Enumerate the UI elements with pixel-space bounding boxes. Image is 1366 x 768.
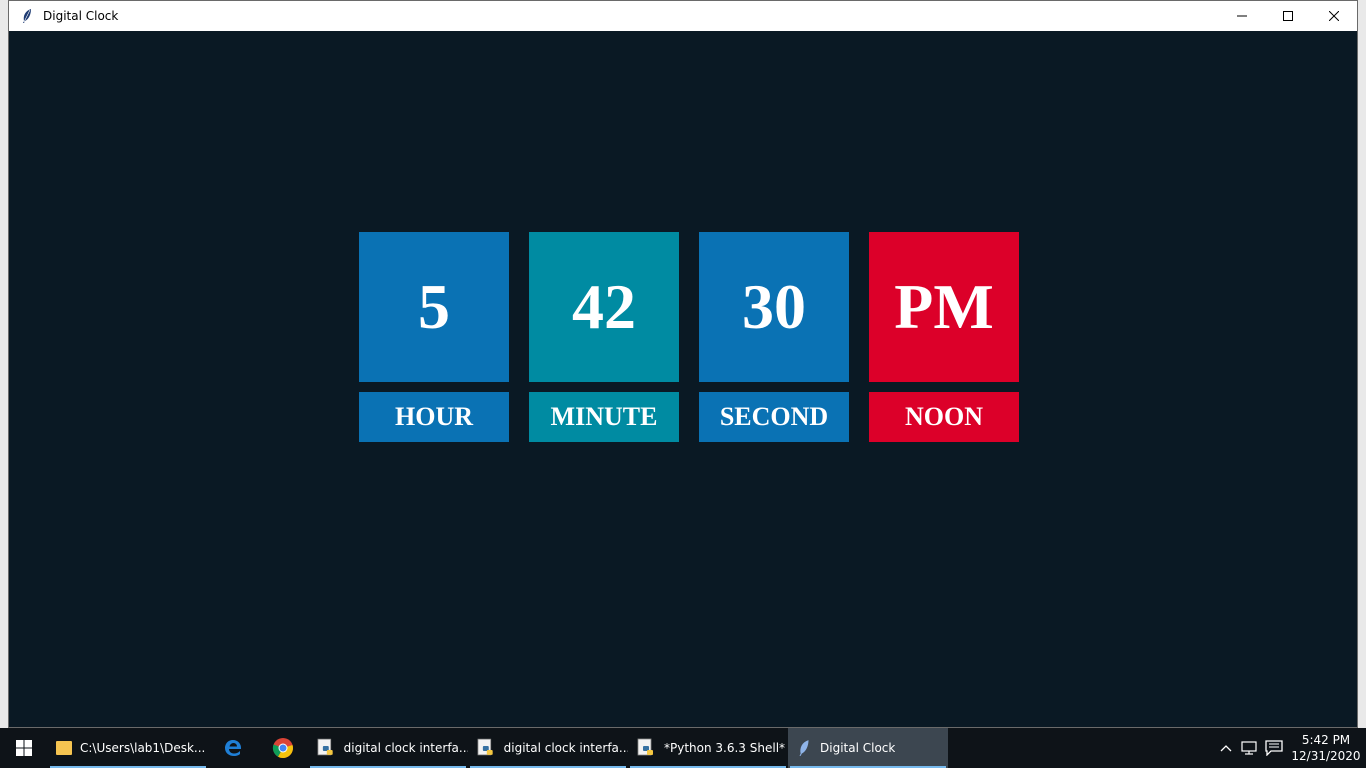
second-column: 30 SECOND	[699, 232, 849, 442]
maximize-button[interactable]	[1265, 1, 1311, 31]
taskbar-item-label: Digital Clock	[820, 741, 896, 755]
taskbar-item-label: C:\Users\lab1\Desk...	[80, 741, 206, 755]
taskbar-time: 5:42 PM	[1301, 733, 1351, 747]
taskbar-item-digital-clock[interactable]: Digital Clock	[788, 728, 948, 768]
taskbar-item-python-shell[interactable]: *Python 3.6.3 Shell*	[628, 728, 788, 768]
edge-icon	[225, 740, 242, 756]
window-title: Digital Clock	[43, 9, 119, 23]
show-hidden-icons-button[interactable]	[1214, 728, 1238, 768]
notification-icon	[1265, 740, 1283, 756]
network-button[interactable]	[1238, 728, 1262, 768]
minute-value-box: 42	[529, 232, 679, 382]
clock-display: 5 HOUR 42 MINUTE 30 SECOND PM NOON	[359, 232, 1019, 442]
hour-column: 5 HOUR	[359, 232, 509, 442]
window-controls	[1219, 1, 1357, 31]
taskbar-clock[interactable]: 5:42 PM 12/31/2020	[1286, 728, 1366, 768]
python-idle-icon	[477, 738, 493, 756]
minimize-button[interactable]	[1219, 1, 1265, 31]
taskbar-item-edge[interactable]	[208, 728, 258, 768]
taskbar: C:\Users\lab1\Desk... digital clock inte…	[0, 728, 1366, 768]
second-value-box: 30	[699, 232, 849, 382]
taskbar-item-label: digital clock interfa...	[503, 741, 628, 755]
windows-icon	[16, 740, 32, 756]
feather-icon	[799, 740, 809, 756]
hour-label: HOUR	[359, 392, 509, 442]
start-button[interactable]	[0, 728, 48, 768]
chevron-up-icon	[1220, 745, 1232, 752]
title-bar[interactable]: Digital Clock	[9, 1, 1357, 31]
period-label: NOON	[869, 392, 1019, 442]
close-button[interactable]	[1311, 1, 1357, 31]
desktop-background-right	[1358, 0, 1366, 728]
close-icon	[1329, 11, 1339, 21]
taskbar-date: 12/31/2020	[1291, 749, 1361, 763]
action-center-button[interactable]	[1262, 728, 1286, 768]
system-tray: 5:42 PM 12/31/2020	[1214, 728, 1366, 768]
desktop-background-left	[0, 0, 8, 728]
minimize-icon	[1237, 15, 1247, 17]
taskbar-item-label: digital clock interfa...	[343, 741, 468, 755]
period-value-box: PM	[869, 232, 1019, 382]
taskbar-item-label: *Python 3.6.3 Shell*	[664, 741, 786, 755]
hour-value-box: 5	[359, 232, 509, 382]
network-icon	[1241, 741, 1257, 755]
python-idle-icon	[317, 738, 333, 756]
taskbar-item-explorer[interactable]: C:\Users\lab1\Desk...	[48, 728, 208, 768]
folder-icon	[56, 741, 72, 755]
second-label: SECOND	[699, 392, 849, 442]
maximize-icon	[1283, 11, 1293, 21]
taskbar-item-idle-2[interactable]: digital clock interfa...	[468, 728, 628, 768]
taskbar-item-idle-1[interactable]: digital clock interfa...	[308, 728, 468, 768]
taskbar-item-chrome[interactable]	[258, 728, 308, 768]
digital-clock-window: Digital Clock 5 HOUR 42 MINUTE 30 SECOND	[8, 0, 1358, 728]
period-column: PM NOON	[869, 232, 1019, 442]
chrome-icon	[272, 738, 293, 759]
feather-icon	[19, 8, 35, 24]
python-idle-icon	[637, 738, 653, 756]
minute-column: 42 MINUTE	[529, 232, 679, 442]
minute-label: MINUTE	[529, 392, 679, 442]
